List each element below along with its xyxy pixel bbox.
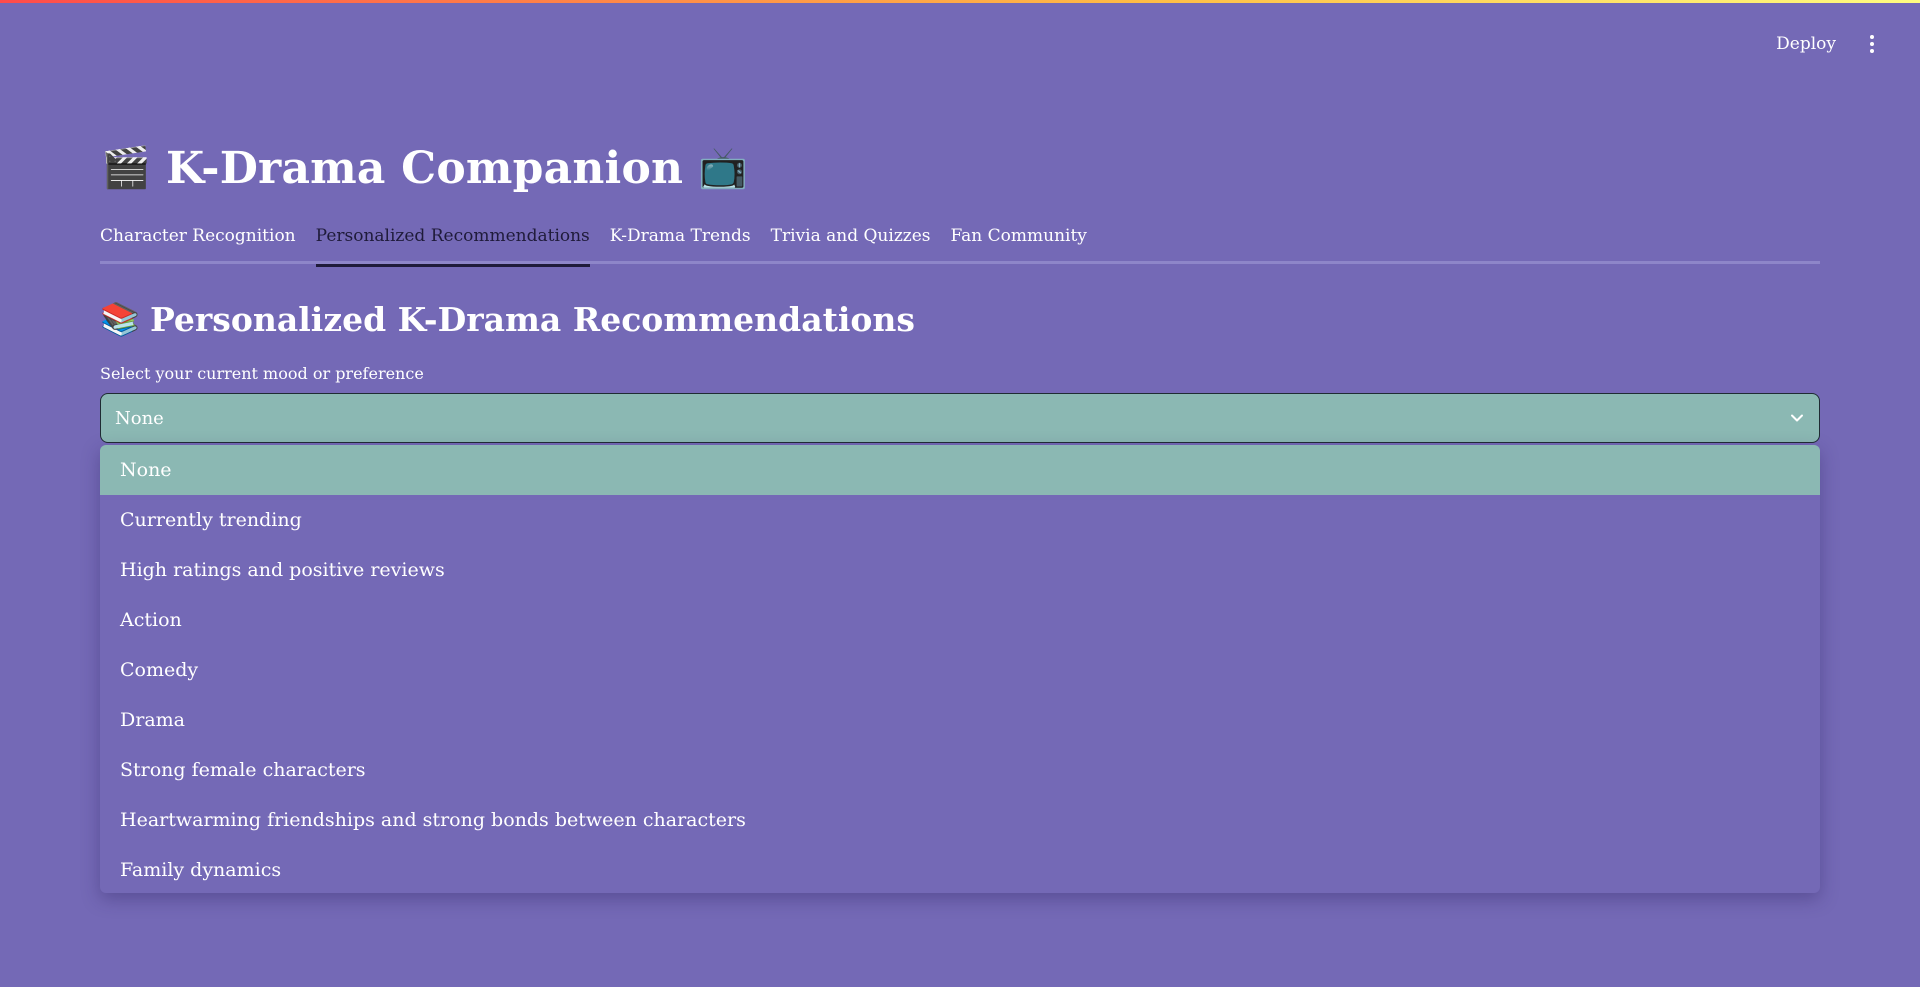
tab-trivia-and-quizzes[interactable]: Trivia and Quizzes [771, 218, 931, 264]
dropdown-option-currently-trending[interactable]: Currently trending [100, 495, 1820, 545]
page-title: K-Drama Companion [166, 142, 684, 194]
tab-personalized-recommendations[interactable]: Personalized Recommendations [315, 218, 590, 267]
header-actions: Deploy [1770, 30, 1880, 58]
tab-fan-community[interactable]: Fan Community [951, 218, 1087, 264]
dropdown-option-none[interactable]: None [100, 445, 1820, 495]
television-icon: 📺 [698, 145, 749, 191]
tab-character-recognition[interactable]: Character Recognition [100, 218, 296, 264]
dropdown-option-drama[interactable]: Drama [100, 695, 1820, 745]
more-vertical-icon[interactable] [1864, 32, 1880, 56]
mood-select[interactable]: None [100, 393, 1820, 443]
section-heading-row: 📚 Personalized K-Drama Recommendations [100, 294, 1820, 344]
tab-kdrama-trends[interactable]: K-Drama Trends [610, 218, 751, 264]
clapperboard-icon: 🎬 [101, 145, 151, 191]
mood-select-value: None [115, 407, 164, 429]
deploy-button[interactable]: Deploy [1770, 30, 1842, 58]
section-title: Personalized K-Drama Recommendations [150, 299, 915, 339]
dropdown-option-heartwarming-friendships[interactable]: Heartwarming friendships and strong bond… [100, 795, 1820, 845]
chevron-down-icon[interactable] [1789, 410, 1805, 426]
dropdown-option-high-ratings[interactable]: High ratings and positive reviews [100, 545, 1820, 595]
dropdown-option-comedy[interactable]: Comedy [100, 645, 1820, 695]
dropdown-option-strong-female-characters[interactable]: Strong female characters [100, 745, 1820, 795]
page-title-row: 🎬 K-Drama Companion 📺 [100, 140, 1820, 196]
main-content: 🎬 K-Drama Companion 📺 Character Recognit… [100, 140, 1820, 443]
top-decoration-bar [0, 0, 1920, 3]
mood-select-label: Select your current mood or preference [100, 364, 424, 383]
tab-bar: Character Recognition Personalized Recom… [100, 218, 1820, 267]
books-icon: 📚 [100, 300, 140, 338]
dropdown-option-action[interactable]: Action [100, 595, 1820, 645]
dropdown-option-family-dynamics[interactable]: Family dynamics [100, 845, 1820, 893]
mood-dropdown-list: None Currently trending High ratings and… [100, 445, 1820, 893]
